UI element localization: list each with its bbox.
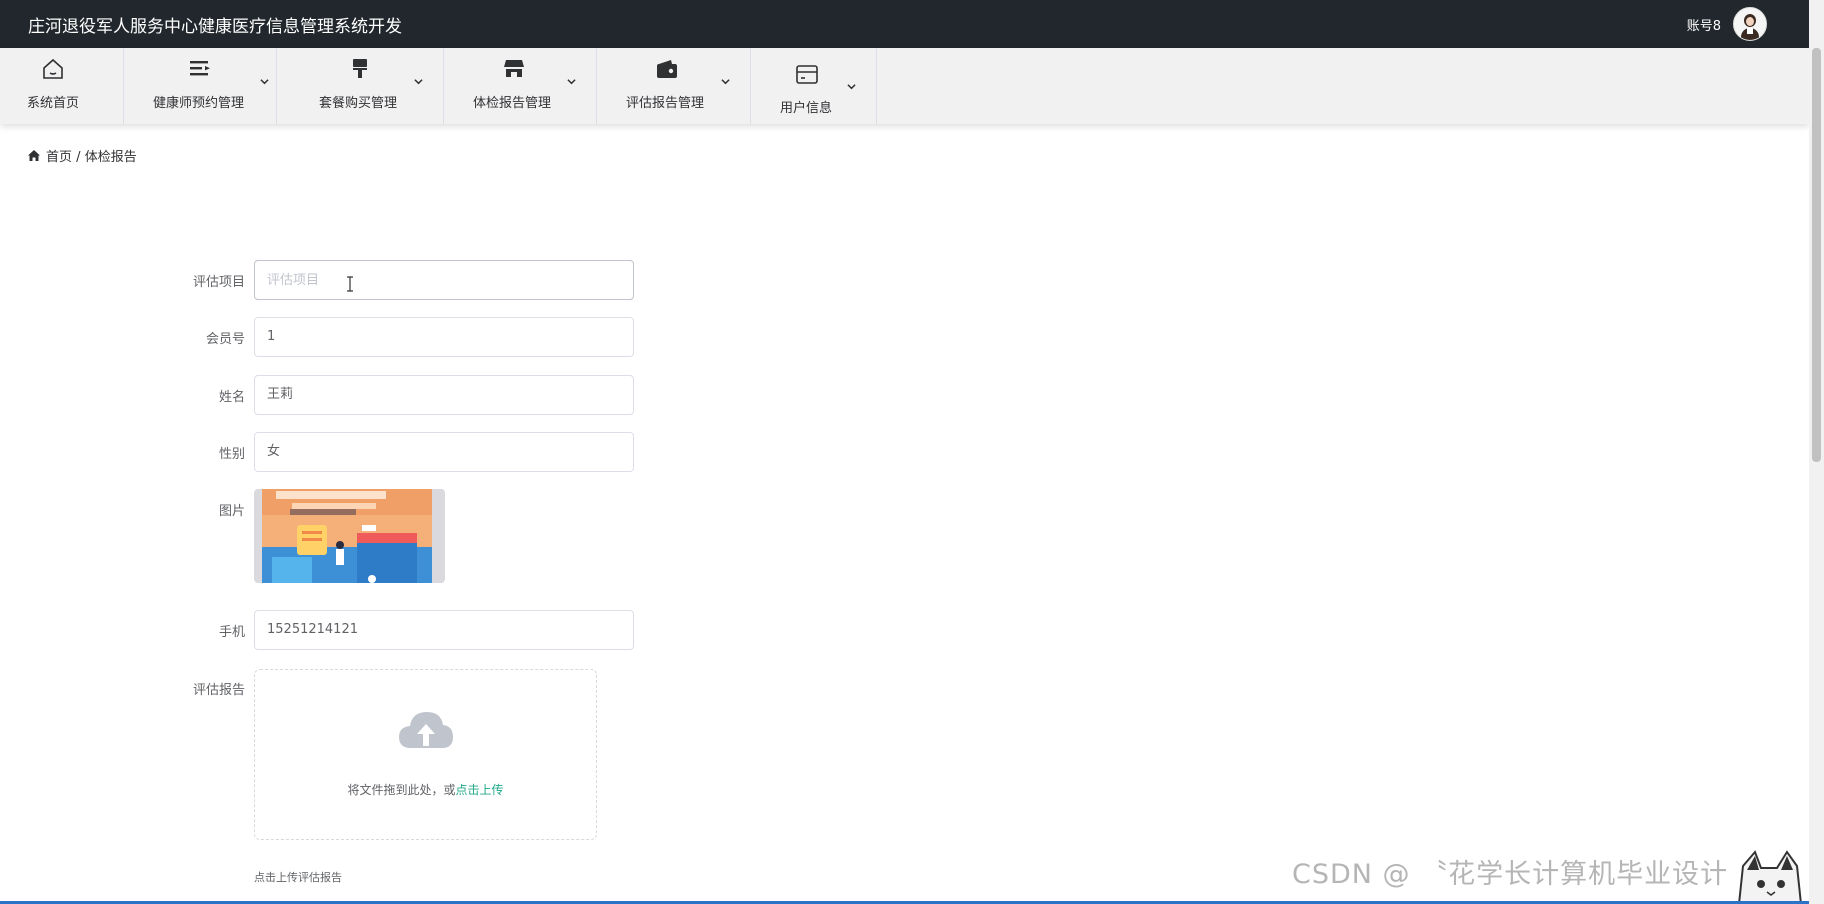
breadcrumb-current: 体检报告 — [84, 150, 137, 165]
cloud-upload-icon — [399, 712, 453, 748]
nav-label-appointment: 健康师预约管理 — [153, 96, 245, 111]
report-label: 评估报告 — [192, 683, 245, 698]
breadcrumb-separator: / — [76, 150, 81, 165]
watermark: CSDN @ 〝花学长计算机毕业设计 — [1292, 859, 1729, 890]
nav-label-package: 套餐购买管理 — [319, 96, 398, 111]
upload-click-link[interactable]: 点击上传 — [456, 783, 504, 797]
card-icon — [796, 65, 818, 84]
user-avatar[interactable] — [1733, 7, 1767, 41]
nav-item-appointment[interactable]: 健康师预约管理 — [123, 48, 277, 124]
home-icon — [43, 58, 63, 79]
nav-item-package[interactable]: 套餐购买管理 — [276, 48, 444, 124]
account-name[interactable]: 账号8 — [1687, 15, 1721, 34]
nav-item-checkup-report[interactable]: 体检报告管理 — [443, 48, 597, 124]
upload-tip: 点击上传评估报告 — [254, 871, 342, 884]
breadcrumb: 首页 / 体检报告 — [27, 146, 137, 165]
chevron-down-icon — [260, 79, 269, 85]
main-nav: 系统首页 健康师预约管理 套餐购买管理 体检报告管理 评估报告管理 用户信息 — [0, 48, 1809, 124]
top-bar: 庄河退役军人服务中心健康医疗信息管理系统开发 账号8 — [0, 0, 1809, 48]
avatar-collar — [1747, 28, 1753, 34]
breadcrumb-home[interactable]: 首页 — [46, 150, 72, 165]
wallet-icon — [657, 60, 677, 78]
chevron-down-icon — [414, 79, 423, 85]
scrollbar-thumb[interactable] — [1812, 48, 1821, 462]
chevron-down-icon — [567, 79, 576, 85]
brush-icon — [353, 59, 367, 78]
project-input[interactable] — [254, 260, 634, 300]
shop-icon — [504, 60, 524, 77]
upload-text: 将文件拖到此处，或点击上传 — [255, 781, 596, 798]
picture-preview[interactable] — [254, 489, 445, 583]
nav-item-assessment-report[interactable]: 评估报告管理 — [596, 48, 751, 124]
nav-label-home: 系统首页 — [27, 96, 80, 111]
nav-item-home[interactable]: 系统首页 — [0, 48, 124, 124]
poster-image — [262, 489, 432, 583]
gender-field[interactable]: 女 — [254, 432, 634, 472]
phone-field[interactable]: 15251214121 — [254, 610, 634, 650]
nav-label-checkup-report: 体检报告管理 — [473, 96, 552, 111]
upload-drop-text: 将文件拖到此处，或 — [347, 783, 456, 797]
avatar-face — [1746, 17, 1754, 26]
project-label: 评估项目 — [192, 275, 245, 290]
list-icon — [190, 61, 210, 76]
app-title: 庄河退役军人服务中心健康医疗信息管理系统开发 — [28, 17, 402, 37]
nav-label-assessment-report: 评估报告管理 — [626, 96, 705, 111]
nav-item-user-info[interactable]: 用户信息 — [750, 48, 877, 124]
chevron-down-icon — [721, 79, 730, 85]
picture-label: 图片 — [218, 504, 245, 519]
text-cursor-icon — [347, 276, 353, 292]
gender-label: 性别 — [218, 447, 245, 462]
chevron-down-icon — [847, 84, 856, 90]
nav-label-user-info: 用户信息 — [780, 101, 833, 116]
home-solid-icon — [28, 150, 40, 161]
member-no-field[interactable]: 1 — [254, 317, 634, 357]
name-label: 姓名 — [218, 390, 245, 405]
phone-label: 手机 — [218, 625, 245, 640]
report-upload-dropzone[interactable]: 将文件拖到此处，或点击上传 — [254, 669, 597, 840]
cat-mascot-icon — [1737, 850, 1803, 904]
name-field[interactable]: 王莉 — [254, 375, 634, 415]
member-no-label: 会员号 — [205, 332, 245, 347]
poster-illustration — [262, 489, 432, 583]
